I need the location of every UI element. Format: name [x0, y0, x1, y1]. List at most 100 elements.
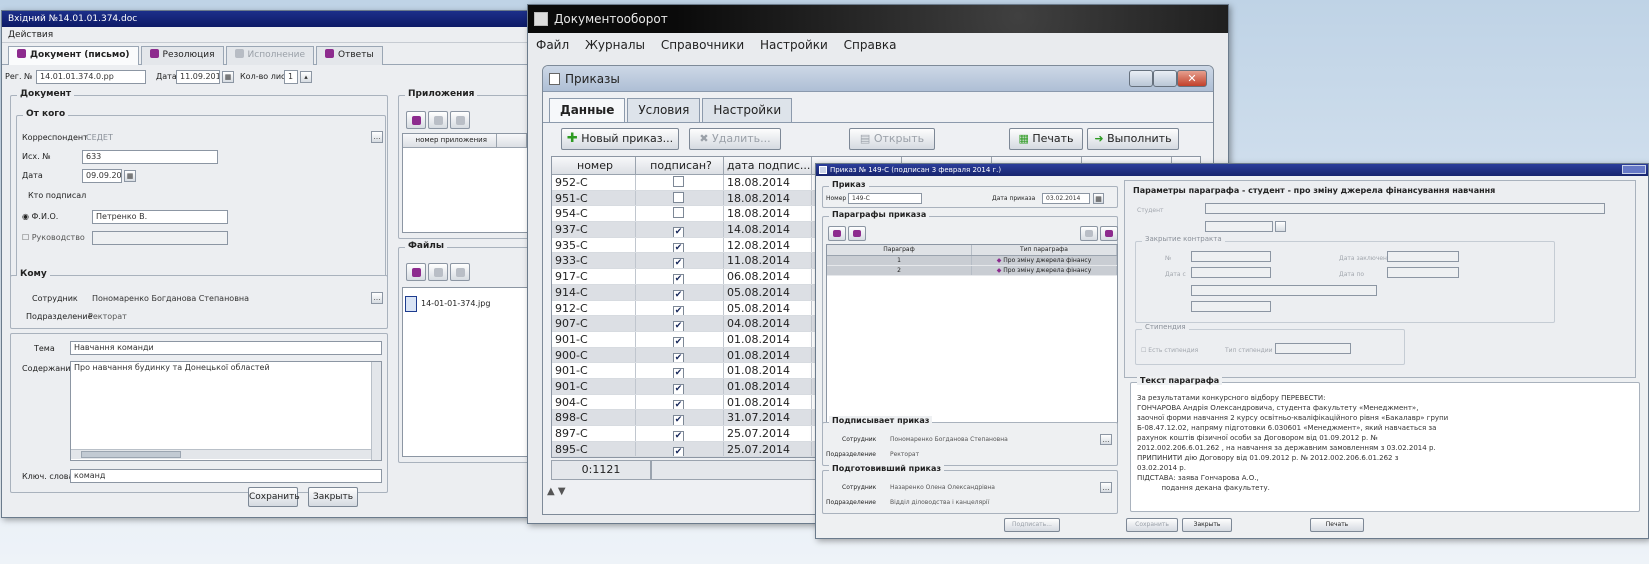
checked-checkbox[interactable]: ✔: [673, 227, 684, 237]
params-student-field[interactable]: [1205, 203, 1605, 214]
new-order-button[interactable]: ✚ Новый приказ...: [561, 128, 679, 150]
checked-checkbox[interactable]: ✔: [673, 368, 684, 378]
menu-references[interactable]: Справочники: [661, 38, 744, 52]
checked-checkbox[interactable]: ✔: [673, 321, 684, 331]
edit-paragraph-button[interactable]: [848, 226, 866, 241]
add-paragraph-button[interactable]: [828, 226, 846, 241]
tab-settings[interactable]: Настройки: [702, 98, 793, 122]
resize-arrows-icon[interactable]: ▲ ▼: [547, 486, 566, 497]
checked-checkbox[interactable]: ✔: [673, 352, 684, 363]
contract-sum-field[interactable]: [1191, 301, 1271, 312]
paragraph-tools-button[interactable]: [1080, 226, 1098, 241]
paragraph-row[interactable]: 1 ◆ Про зміну джерела фінансу: [827, 256, 1117, 266]
add-file-button[interactable]: [406, 263, 426, 281]
checked-checkbox[interactable]: ✔: [673, 415, 684, 425]
attachments-table[interactable]: номер приложения: [402, 133, 528, 233]
files-list[interactable]: 14-01-01-374.jpg: [402, 287, 528, 457]
contract-date-field[interactable]: [1387, 251, 1459, 262]
checked-checkbox[interactable]: ✔: [673, 383, 684, 394]
unchecked-checkbox[interactable]: [673, 176, 684, 187]
outdate-field[interactable]: 09.09.2014: [82, 169, 122, 183]
stipend-type-select[interactable]: [1275, 343, 1351, 354]
calendar-icon[interactable]: ▦: [1093, 193, 1104, 204]
unchecked-checkbox[interactable]: [673, 207, 684, 219]
tab-conditions[interactable]: Условия: [627, 98, 701, 122]
checked-checkbox[interactable]: ✔: [673, 289, 684, 300]
regnum-field[interactable]: 14.01.01.374.0.pp: [36, 70, 146, 84]
checked-checkbox[interactable]: ✔: [673, 431, 684, 441]
delete-order-button[interactable]: ✖ Удалить...: [689, 128, 781, 150]
file-name[interactable]: 14-01-01-374.jpg: [421, 298, 490, 310]
close-button[interactable]: Закрыть: [308, 487, 358, 507]
outnum-field[interactable]: 633: [82, 150, 218, 164]
checked-checkbox[interactable]: ✔: [673, 446, 684, 457]
contract-from-field[interactable]: [1191, 267, 1271, 278]
tab-data[interactable]: Данные: [549, 98, 626, 122]
checked-checkbox[interactable]: ✔: [673, 399, 684, 410]
contract-num-field[interactable]: [1191, 251, 1271, 262]
col-signed[interactable]: подписан?: [636, 157, 724, 174]
menu-settings[interactable]: Настройки: [760, 38, 828, 52]
add-attachment-button[interactable]: [406, 111, 426, 129]
hscroll-thumb[interactable]: [81, 451, 181, 458]
fio-radio[interactable]: ◉ Ф.И.О.: [22, 211, 58, 223]
save-button[interactable]: Сохранить: [248, 487, 300, 507]
checked-checkbox[interactable]: ✔: [673, 258, 684, 269]
pages-field[interactable]: 1: [284, 70, 298, 84]
window-controls[interactable]: [1622, 165, 1646, 174]
employee-picker-icon[interactable]: …: [371, 292, 383, 304]
keywords-field[interactable]: команд: [70, 469, 382, 483]
manager-checkbox[interactable]: ☐ Руководство: [22, 232, 85, 244]
tab-answers[interactable]: Ответы: [316, 46, 383, 65]
print-button[interactable]: Печать: [1310, 518, 1364, 532]
calendar-icon[interactable]: ▦: [222, 71, 234, 83]
content-hscrollbar[interactable]: [71, 449, 371, 459]
edit-file-button[interactable]: [428, 263, 448, 281]
content-field[interactable]: Про навчання будинку та Донецької област…: [70, 361, 382, 461]
edit-attachment-button[interactable]: [428, 111, 448, 129]
fio-field[interactable]: Петренко В.: [92, 210, 228, 224]
paragraph-text[interactable]: За результатами конкурсного відбору ПЕРЕ…: [1137, 393, 1627, 493]
contract-to-field[interactable]: [1387, 267, 1459, 278]
paragraph-move-button[interactable]: [1100, 226, 1118, 241]
calendar-icon[interactable]: ▦: [124, 170, 136, 182]
open-order-button[interactable]: ▤ Открыть: [849, 128, 935, 150]
paragraph-row[interactable]: 2 ◆ Про зміну джерела фінансу: [827, 266, 1117, 276]
preparer-picker-icon[interactable]: …: [1100, 482, 1112, 493]
checked-checkbox[interactable]: ✔: [673, 242, 684, 253]
menu-journals[interactable]: Журналы: [585, 38, 645, 52]
col-paragraph-type[interactable]: Тип параграфа: [972, 245, 1117, 255]
order-date-field[interactable]: 03.02.2014: [1042, 193, 1090, 204]
params-extra-button[interactable]: [1275, 221, 1286, 232]
number-field[interactable]: 149-С: [848, 193, 922, 204]
sign-button[interactable]: Подписать...: [1004, 518, 1060, 532]
pages-spinner-icon[interactable]: ▴: [300, 71, 312, 83]
params-extra-field[interactable]: [1205, 221, 1273, 232]
attachments-column-header[interactable]: номер приложения: [403, 134, 498, 147]
menu-file[interactable]: Файл: [536, 38, 569, 52]
paragraphs-table[interactable]: Параграф Тип параграфа 1 ◆ Про зміну дже…: [826, 244, 1118, 432]
correspondent-picker-icon[interactable]: …: [371, 131, 383, 143]
content-scrollbar[interactable]: [371, 362, 381, 460]
close-window-button[interactable]: ✕: [1177, 70, 1207, 87]
col-paragraph[interactable]: Параграф: [827, 245, 972, 255]
delete-file-button[interactable]: [450, 263, 470, 281]
checked-checkbox[interactable]: ✔: [673, 336, 684, 347]
tab-execution[interactable]: Исполнение: [225, 46, 315, 65]
maximize-button[interactable]: [1153, 70, 1177, 87]
signer-picker-icon[interactable]: …: [1100, 434, 1112, 445]
execute-button[interactable]: ➜ Выполнить: [1087, 128, 1179, 150]
col-number[interactable]: номер: [552, 157, 636, 174]
tab-resolution[interactable]: Резолюция: [140, 46, 224, 65]
save-button[interactable]: Сохранить: [1126, 518, 1178, 532]
stipend-checkbox[interactable]: ☐ Есть стипендия: [1141, 345, 1198, 357]
delete-attachment-button[interactable]: [450, 111, 470, 129]
checked-checkbox[interactable]: ✔: [673, 305, 684, 316]
topic-field[interactable]: Навчання команди: [70, 341, 382, 355]
date-field[interactable]: 11.09.2014: [176, 70, 220, 84]
checked-checkbox[interactable]: ✔: [673, 274, 684, 284]
manager-select[interactable]: [92, 231, 228, 245]
print-button[interactable]: ▦ Печать: [1009, 128, 1083, 150]
unchecked-checkbox[interactable]: [673, 191, 684, 203]
contract-type-select[interactable]: [1191, 285, 1377, 296]
